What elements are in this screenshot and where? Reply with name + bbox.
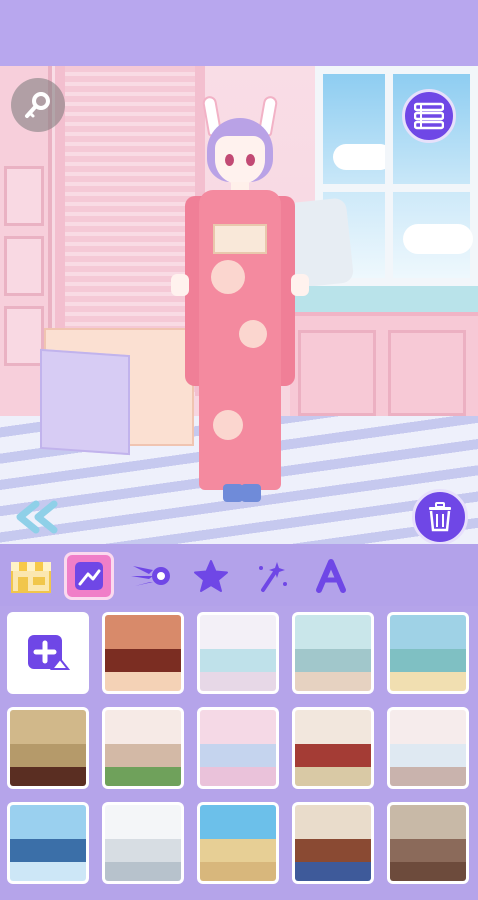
shelf-drawer (4, 166, 44, 226)
character[interactable] (165, 95, 315, 516)
character-eye (225, 154, 234, 166)
background-thumbnail-bg-pastel-shopfront[interactable] (197, 612, 279, 694)
cloud (403, 224, 473, 254)
background-thumbnail-bg-wooden-room[interactable] (387, 802, 469, 884)
thumbnail-image (200, 805, 276, 881)
background-thumbnail-bg-checker-floor-door[interactable] (292, 802, 374, 884)
background-thumbnail-bg-desert[interactable] (197, 802, 279, 884)
top-bar (0, 0, 478, 66)
thumbnail-image (390, 805, 466, 881)
dressup-scene (0, 66, 478, 544)
background-thumbnail-bg-white-hallway[interactable] (102, 802, 184, 884)
thumbnail-image (10, 710, 86, 786)
tab-stickers[interactable] (186, 552, 236, 600)
kimono-flower (239, 320, 267, 348)
back-button[interactable] (14, 500, 64, 534)
thumbnail-image (200, 710, 276, 786)
tab-shop[interactable] (6, 552, 56, 600)
window-bench (290, 312, 478, 432)
window-frame (385, 74, 393, 278)
thumbnail-image (105, 710, 181, 786)
background-thumbnail-bg-balcony-city[interactable] (387, 707, 469, 789)
background-thumbnail-bg-teal-storefront[interactable] (292, 612, 374, 694)
shelf-drawer (4, 236, 44, 296)
background-thumbnail-bg-living-room-dresser[interactable] (102, 612, 184, 694)
menu-button[interactable] (402, 89, 456, 143)
add-image-icon (28, 635, 70, 670)
star-icon (194, 560, 228, 592)
character-eye (246, 154, 255, 166)
tab-wings[interactable] (126, 552, 176, 600)
wing-icon (131, 566, 170, 586)
thumbnail-image (295, 615, 371, 691)
window-frame (323, 184, 470, 192)
shopping-bag (40, 348, 130, 456)
cloud (333, 144, 393, 170)
tab-effects[interactable] (246, 552, 296, 600)
background-image-icon (75, 562, 103, 590)
shelf-drawer (4, 306, 44, 366)
character-hand (171, 274, 189, 296)
thumbnail-image (200, 615, 276, 691)
bench-panel (388, 330, 466, 416)
magic-wand-icon (259, 562, 287, 592)
kimono-flower (213, 410, 243, 440)
character-shoe (223, 484, 243, 502)
character-face (215, 136, 265, 184)
thumbnail-image (295, 805, 371, 881)
unlock-key-button[interactable] (11, 78, 65, 132)
thumbnail-image (105, 805, 181, 881)
background-thumbnail-bg-pink-classroom[interactable] (197, 707, 279, 789)
storefront-icon (11, 562, 51, 593)
add-custom-background-button[interactable] (7, 612, 89, 694)
tab-backgrounds[interactable] (64, 552, 114, 600)
background-thumbnail-bg-round-window-crest[interactable] (292, 707, 374, 789)
thumbnail-image (390, 615, 466, 691)
background-thumbnail-bg-city-skyline[interactable] (7, 802, 89, 884)
thumbnail-image (10, 805, 86, 881)
background-grid (0, 606, 478, 900)
background-thumbnail-bg-beach[interactable] (387, 612, 469, 694)
trash-icon (429, 502, 451, 532)
delete-button[interactable] (412, 489, 468, 545)
double-chevron-left-icon (16, 500, 58, 534)
letter-a-icon (316, 559, 346, 593)
key-icon (25, 92, 50, 118)
character-hand (291, 274, 309, 296)
background-thumbnail-bg-damask-wall[interactable] (7, 707, 89, 789)
thumbnail-image (105, 615, 181, 691)
character-shoe (241, 484, 261, 502)
thumbnail-image (390, 710, 466, 786)
background-thumbnail-bg-plant-window-room[interactable] (102, 707, 184, 789)
tab-text[interactable] (306, 552, 356, 600)
kimono-obi (213, 224, 267, 254)
kimono-flower (211, 260, 245, 294)
list-menu-icon (414, 102, 444, 130)
thumbnail-image (295, 710, 371, 786)
